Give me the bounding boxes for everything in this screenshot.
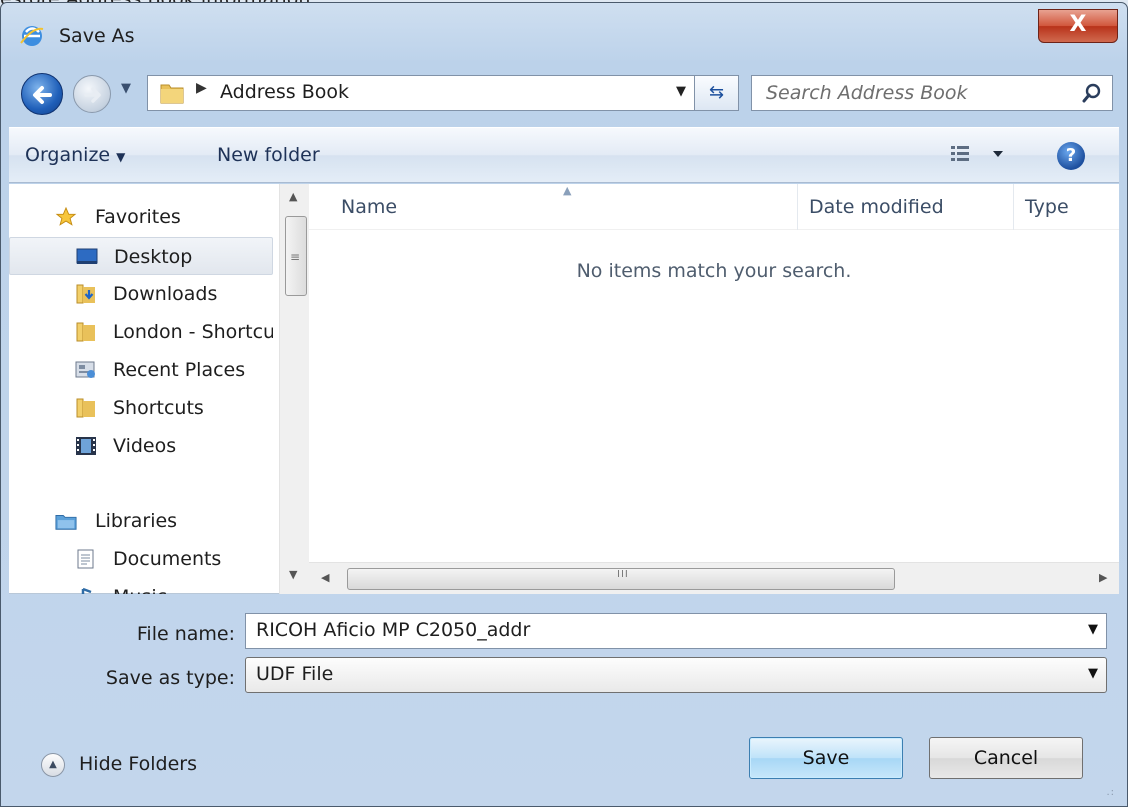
downloads-folder-icon: [76, 284, 95, 304]
sidebar-item-videos[interactable]: Videos: [9, 427, 273, 465]
libraries-icon: [55, 515, 77, 530]
navigation-pane: Favorites Desktop Downloads London - Sho…: [9, 184, 279, 594]
address-bar[interactable]: ▶ Address Book ▼: [147, 75, 695, 111]
save-as-dialog: Save As X ▼ ▶ Address Book ▼ ⇆ Search Ad…: [0, 2, 1128, 807]
column-date-modified[interactable]: Date modified: [809, 196, 944, 218]
hide-folders-label: Hide Folders: [79, 753, 197, 775]
videos-icon: [76, 437, 96, 455]
help-icon[interactable]: ?: [1057, 142, 1085, 170]
file-name-field[interactable]: RICOH Aficio MP C2050_addr ▼: [245, 613, 1107, 649]
file-list-horizontal-scrollbar[interactable]: ◀ III ▶: [309, 562, 1119, 594]
folder-icon: [160, 82, 184, 109]
sidebar-item-shortcuts[interactable]: Shortcuts: [9, 389, 273, 427]
sidebar-item-downloads[interactable]: Downloads: [9, 275, 273, 313]
new-folder-button[interactable]: New folder: [217, 144, 320, 166]
scroll-left-arrow-icon[interactable]: ◀: [321, 571, 329, 584]
sidebar-item-label: Downloads: [113, 283, 218, 305]
sidebar-item-label: London - Shortcuts: [113, 321, 273, 343]
scroll-up-arrow-icon[interactable]: ▲: [289, 190, 297, 203]
folder-icon: [76, 322, 95, 342]
column-divider[interactable]: [797, 184, 798, 230]
navigation-bar: ▼ ▶ Address Book ▼ ⇆: [1, 69, 1127, 119]
search-box: [751, 75, 1113, 111]
forward-button[interactable]: [73, 75, 111, 113]
save-type-label: Save as type:: [105, 667, 235, 689]
window-title: Save As: [59, 25, 135, 47]
sidebar-item-recent-places[interactable]: Recent Places: [9, 351, 273, 389]
arrow-right-icon: [84, 87, 101, 103]
grip-icon: III: [617, 569, 629, 580]
save-button[interactable]: Save: [749, 737, 903, 779]
sidebar-item-libraries[interactable]: Libraries: [9, 502, 273, 540]
back-button[interactable]: [21, 73, 63, 115]
close-icon: X: [1069, 12, 1087, 37]
refresh-button[interactable]: ⇆: [695, 75, 739, 111]
chevron-down-icon: ▼: [116, 150, 126, 164]
search-icon[interactable]: [1082, 83, 1102, 108]
sort-ascending-icon: ▲: [563, 184, 572, 197]
sidebar-item-documents[interactable]: Documents: [9, 540, 273, 578]
scroll-down-arrow-icon[interactable]: ▼: [289, 568, 297, 581]
file-list: ▲ Name Date modified Type No items match…: [309, 184, 1119, 594]
chevron-right-icon[interactable]: ▶: [196, 80, 207, 96]
sidebar-item-label: Favorites: [95, 206, 181, 228]
sidebar-item-label: Documents: [113, 548, 222, 570]
sidebar-item-desktop[interactable]: Desktop: [9, 237, 273, 275]
save-type-value: UDF File: [256, 663, 334, 685]
chevron-down-icon[interactable]: ▼: [1088, 622, 1098, 637]
recent-pages-dropdown[interactable]: ▼: [121, 81, 131, 96]
column-divider[interactable]: [1013, 184, 1014, 230]
chevron-up-icon: ▲: [41, 753, 65, 777]
organize-label: Organize: [25, 144, 111, 166]
star-icon: [55, 207, 77, 226]
sidebar-item-label: Libraries: [95, 510, 178, 532]
file-name-label: File name:: [136, 623, 235, 645]
sidebar-item-favorites[interactable]: Favorites: [9, 198, 273, 236]
sidebar-item-music[interactable]: Music: [9, 578, 273, 594]
change-view-button[interactable]: [949, 142, 1009, 170]
chevron-down-icon[interactable]: ▼: [676, 84, 686, 99]
search-input[interactable]: [752, 76, 1072, 110]
column-name[interactable]: Name: [341, 196, 397, 218]
music-icon: [81, 587, 92, 594]
refresh-icon: ⇆: [708, 82, 725, 103]
column-header: ▲ Name Date modified Type: [309, 184, 1119, 230]
resize-grip-icon[interactable]: .:: [1106, 787, 1115, 798]
desktop-icon: [76, 248, 98, 264]
navigation-pane-scrollbar[interactable]: ▲ ≡ ▼: [279, 184, 309, 594]
grip-icon: ≡: [290, 250, 301, 264]
empty-message: No items match your search.: [576, 260, 852, 282]
title-bar[interactable]: Save As X: [1, 3, 1127, 61]
close-button[interactable]: X: [1038, 9, 1118, 43]
column-type[interactable]: Type: [1025, 196, 1069, 218]
documents-icon: [77, 549, 94, 569]
sidebar-item-label: Music: [113, 586, 167, 594]
organize-button[interactable]: Organize ▼: [25, 144, 125, 166]
save-type-select[interactable]: UDF File ▼: [245, 657, 1107, 693]
sidebar-item-label: Desktop: [114, 246, 193, 268]
chevron-down-icon: ▼: [1088, 666, 1098, 681]
breadcrumb[interactable]: Address Book: [220, 81, 349, 103]
main-panes: Favorites Desktop Downloads London - Sho…: [9, 184, 1119, 594]
file-name-value[interactable]: RICOH Aficio MP C2050_addr: [256, 619, 530, 641]
folder-icon: [76, 398, 95, 418]
sidebar-item-london-shortcuts[interactable]: London - Shortcuts: [9, 313, 273, 351]
recent-places-icon: [75, 361, 95, 378]
arrow-left-icon: [33, 86, 52, 104]
sidebar-item-label: Shortcuts: [113, 397, 204, 419]
details-view-icon: [951, 146, 1003, 161]
scroll-right-arrow-icon[interactable]: ▶: [1099, 571, 1107, 584]
command-bar: Organize ▼ New folder ?: [9, 127, 1119, 183]
cancel-button[interactable]: Cancel: [929, 737, 1083, 779]
sidebar-item-label: Recent Places: [113, 359, 246, 381]
ie-icon: [19, 23, 45, 54]
sidebar-item-label: Videos: [113, 435, 177, 457]
